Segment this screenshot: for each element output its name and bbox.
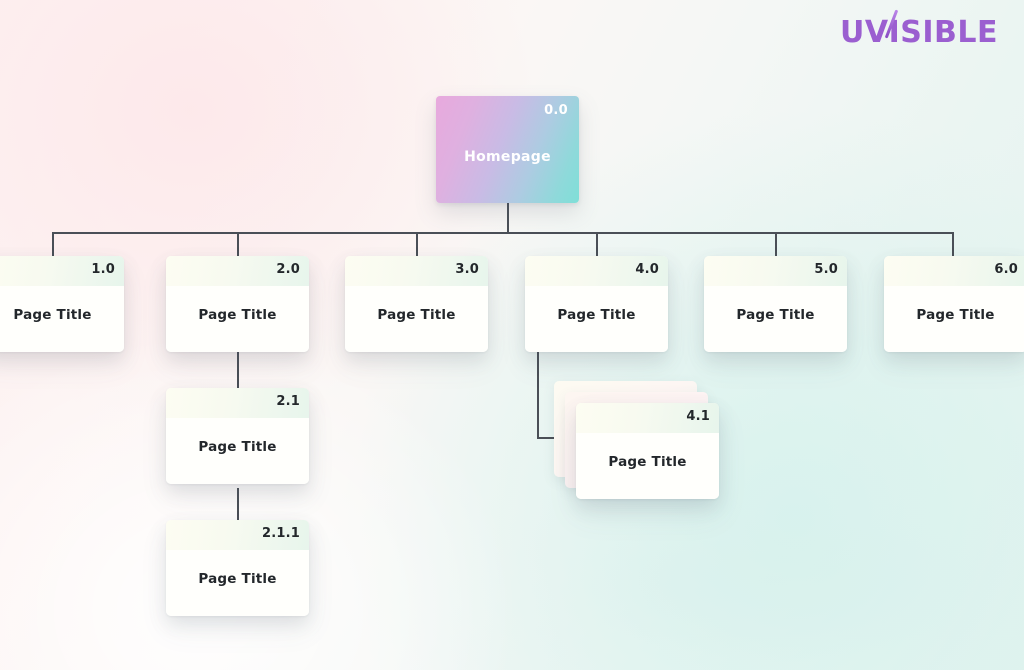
connector-drop-6 — [952, 232, 954, 256]
node-2-1[interactable]: 2.1 Page Title — [166, 388, 309, 484]
node-number: 4.1 — [686, 409, 710, 424]
node-5-0[interactable]: 5.0 Page Title — [704, 256, 847, 352]
node-number: 2.1 — [276, 394, 300, 409]
background-wash-white — [0, 330, 520, 670]
node-title: Page Title — [198, 307, 277, 323]
node-header: 2.1.1 — [166, 520, 309, 550]
node-header: 6.0 — [884, 256, 1024, 286]
connector-root-stem — [507, 203, 509, 233]
sitemap-canvas: UVISIBLE 0.0 Homepage 1.0 Page Title 2.0 — [0, 0, 1024, 670]
node-body: Page Title — [345, 286, 488, 352]
connector-drop-4 — [596, 232, 598, 256]
uvisible-logo: UVISIBLE — [840, 9, 998, 50]
node-1-0[interactable]: 1.0 Page Title — [0, 256, 124, 352]
node-body: Page Title — [704, 286, 847, 352]
node-header: 5.0 — [704, 256, 847, 286]
node-body: Page Title — [525, 286, 668, 352]
node-6-0[interactable]: 6.0 Page Title — [884, 256, 1024, 352]
node-title: Page Title — [557, 307, 636, 323]
node-3-0[interactable]: 3.0 Page Title — [345, 256, 488, 352]
node-4-1[interactable]: 4.1 Page Title — [576, 403, 719, 499]
node-number: 3.0 — [455, 262, 479, 277]
node-number: 1.0 — [91, 262, 115, 277]
background-wash-pink — [0, 0, 540, 420]
node-number: 0.0 — [544, 103, 568, 118]
node-body: Page Title — [166, 286, 309, 352]
node-title: Page Title — [13, 307, 92, 323]
connector-drop-3 — [416, 232, 418, 256]
node-header: 4.1 — [576, 403, 719, 433]
node-number: 2.1.1 — [261, 526, 300, 541]
node-title: Page Title — [198, 439, 277, 455]
node-header: 1.0 — [0, 256, 124, 286]
node-title: Homepage — [464, 149, 551, 165]
node-body: Page Title — [884, 286, 1024, 352]
node-number: 2.0 — [276, 262, 300, 277]
connector-2-to-2-1 — [237, 352, 239, 392]
node-header: 4.0 — [525, 256, 668, 286]
node-title: Page Title — [736, 307, 815, 323]
node-title: Page Title — [377, 307, 456, 323]
background-wash-soft — [564, 500, 984, 660]
node-2-0[interactable]: 2.0 Page Title — [166, 256, 309, 352]
connector-2-1-to-2-1-1 — [237, 488, 239, 524]
node-header: 2.0 — [166, 256, 309, 286]
node-number: 6.0 — [994, 262, 1018, 277]
connector-drop-2 — [237, 232, 239, 256]
connector-horizontal-bus — [52, 232, 953, 234]
node-number: 5.0 — [814, 262, 838, 277]
connector-4-to-4-1-vertical — [537, 352, 539, 439]
logo-text: UVISIBLE — [840, 15, 998, 50]
node-number: 4.0 — [635, 262, 659, 277]
connector-drop-5 — [775, 232, 777, 256]
node-header: 3.0 — [345, 256, 488, 286]
node-title: Page Title — [608, 454, 687, 470]
node-title: Page Title — [198, 571, 277, 587]
node-header: 2.1 — [166, 388, 309, 418]
node-title: Page Title — [916, 307, 995, 323]
node-4-0[interactable]: 4.0 Page Title — [525, 256, 668, 352]
node-body: Page Title — [0, 286, 124, 352]
node-4-1-stack[interactable]: 4.1 Page Title — [554, 381, 741, 521]
node-body: Page Title — [166, 418, 309, 484]
node-body: Page Title — [576, 433, 719, 499]
node-homepage[interactable]: 0.0 Homepage — [436, 96, 579, 203]
node-2-1-1[interactable]: 2.1.1 Page Title — [166, 520, 309, 616]
connector-drop-1 — [52, 232, 54, 256]
node-body: Page Title — [166, 550, 309, 616]
